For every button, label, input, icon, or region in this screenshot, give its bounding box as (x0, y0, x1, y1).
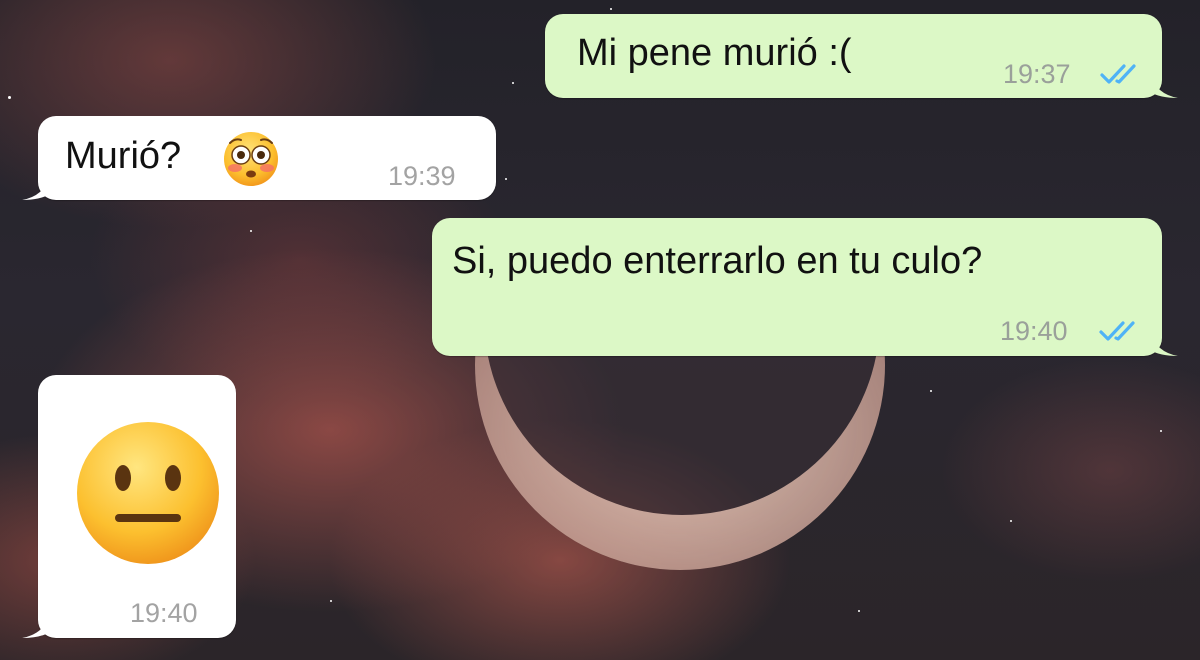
incoming-message-bubble[interactable]: 19:40 (22, 375, 236, 638)
message-timestamp: 19:39 (388, 161, 456, 191)
star (512, 82, 514, 84)
outgoing-message-bubble[interactable]: Mi pene murió :( 19:37 (545, 14, 1178, 98)
star (8, 96, 11, 99)
star (1010, 520, 1012, 522)
message-text: Murió? (65, 135, 182, 177)
star (505, 178, 507, 180)
flushed-face-emoji (224, 132, 278, 186)
double-check-icon (1099, 321, 1135, 341)
double-check-icon (1100, 64, 1136, 84)
star (930, 390, 932, 392)
star (1160, 430, 1162, 432)
message-timestamp: 19:37 (1003, 59, 1071, 89)
bubble-tail (1150, 332, 1178, 356)
message-timestamp: 19:40 (130, 598, 198, 628)
bubble-tail (1150, 74, 1178, 98)
star (330, 600, 332, 602)
message-text: Si, puedo enterrarlo en tu culo? (452, 240, 983, 282)
neutral-face-emoji (77, 422, 219, 564)
bubble-tail (22, 614, 50, 638)
star (610, 8, 612, 10)
message-timestamp: 19:40 (1000, 316, 1068, 346)
message-text: Mi pene murió :( (577, 32, 852, 74)
incoming-message-bubble[interactable]: Murió? 19:39 (22, 116, 496, 200)
star (250, 230, 252, 232)
bubble-tail (22, 176, 50, 200)
outgoing-message-bubble[interactable]: Si, puedo enterrarlo en tu culo? 19:40 (432, 218, 1178, 356)
star (858, 610, 860, 612)
